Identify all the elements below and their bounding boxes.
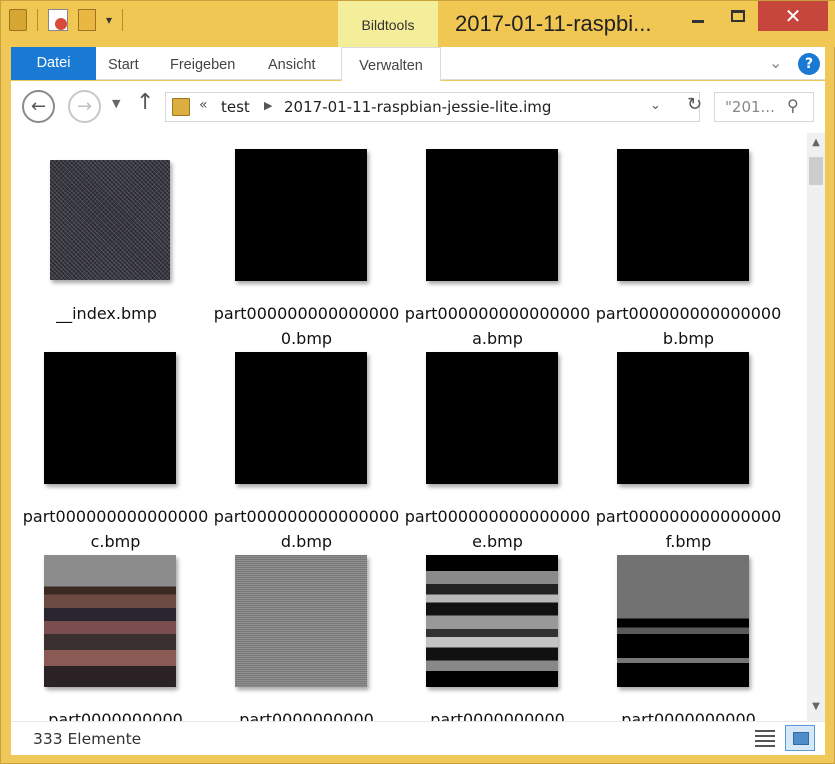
file-name: part0000000000000000.bmp	[213, 304, 400, 348]
contextual-tab-group: Bildtools	[338, 1, 438, 47]
breadcrumb-separator-icon[interactable]: ▶	[264, 99, 272, 112]
scrollbar-thumb[interactable]	[809, 157, 823, 185]
tab-verwalten[interactable]: Verwalten	[341, 47, 441, 81]
forward-button[interactable]: →	[68, 90, 101, 123]
file-name: part0000000000	[621, 710, 756, 721]
file-thumbnail	[235, 555, 367, 687]
quick-access-toolbar: ▾	[9, 9, 124, 31]
toolbar-divider	[122, 9, 124, 31]
file-item[interactable]: part0000000000	[402, 549, 593, 721]
file-thumbnail	[426, 352, 558, 484]
file-name: part000000000000000a.bmp	[404, 304, 591, 348]
file-name: part000000000000000f.bmp	[595, 507, 782, 551]
maximize-button[interactable]	[718, 1, 758, 31]
file-item[interactable]: part000000000000000a.bmp	[402, 143, 593, 348]
scroll-down-icon[interactable]: ▼	[807, 701, 825, 712]
recent-locations-icon[interactable]: ▼	[112, 97, 120, 110]
file-thumbnail	[44, 555, 176, 687]
folder-icon[interactable]	[9, 9, 27, 31]
folder-icon	[172, 98, 190, 116]
file-thumbnail	[617, 149, 749, 281]
breadcrumb-overflow[interactable]: «	[199, 97, 208, 113]
address-bar[interactable]: « test ▶ 2017-01-11-raspbian-jessie-lite…	[165, 92, 700, 122]
properties-icon[interactable]	[48, 9, 68, 31]
title-bar[interactable]: ▾ Bildtools 2017-01-11-raspbi... ✕	[1, 1, 835, 47]
tab-ansicht[interactable]: Ansicht	[268, 47, 316, 80]
window-title: 2017-01-11-raspbi...	[455, 11, 652, 36]
refresh-icon[interactable]: ↻	[687, 94, 702, 115]
file-item[interactable]: __index.bmp	[11, 143, 202, 343]
breadcrumb-item[interactable]: 2017-01-11-raspbian-jessie-lite.img	[284, 98, 551, 116]
scroll-up-icon[interactable]: ▲	[807, 137, 825, 148]
tab-freigeben[interactable]: Freigeben	[170, 47, 235, 80]
file-name: __index.bmp	[56, 304, 157, 323]
file-item[interactable]: part000000000000000d.bmp	[211, 346, 402, 551]
file-item[interactable]: part000000000000000f.bmp	[593, 346, 784, 551]
close-icon: ✕	[784, 4, 802, 28]
file-name: part000000000000000e.bmp	[404, 507, 591, 551]
file-item[interactable]: part0000000000000000.bmp	[211, 143, 402, 348]
details-view-icon[interactable]	[753, 727, 777, 749]
minimize-button[interactable]	[678, 1, 718, 31]
file-name: part0000000000	[430, 710, 565, 721]
file-thumbnail	[426, 555, 558, 687]
back-button[interactable]: ←	[22, 90, 55, 123]
up-button[interactable]: ↑	[136, 90, 154, 115]
file-item[interactable]: part0000000000	[20, 549, 211, 721]
vertical-scrollbar[interactable]: ▲ ▼	[807, 133, 825, 721]
breadcrumb-item[interactable]: test	[221, 98, 250, 116]
file-name: part0000000000	[48, 710, 183, 721]
help-icon[interactable]: ?	[798, 53, 820, 75]
file-name: part000000000000000b.bmp	[595, 304, 782, 348]
file-name: part000000000000000c.bmp	[22, 507, 209, 551]
file-thumbnail	[44, 352, 176, 484]
file-thumbnail	[617, 555, 749, 687]
search-placeholder: "201...	[725, 98, 775, 116]
tab-start[interactable]: Start	[108, 47, 139, 80]
file-name: part000000000000000d.bmp	[213, 507, 400, 551]
maximize-icon	[731, 10, 745, 22]
large-icons-view-icon[interactable]	[785, 725, 815, 751]
file-thumbnail	[235, 352, 367, 484]
address-dropdown-icon[interactable]: ⌄	[650, 98, 661, 113]
search-input[interactable]: "201... ⚲	[714, 92, 814, 122]
explorer-window: ▾ Bildtools 2017-01-11-raspbi... ✕ Datei…	[0, 0, 835, 764]
file-name: part0000000000	[239, 710, 374, 721]
customize-toolbar-icon[interactable]: ▾	[106, 13, 112, 27]
file-item[interactable]: part000000000000000b.bmp	[593, 143, 784, 348]
close-button[interactable]: ✕	[758, 1, 828, 31]
minimize-icon	[692, 19, 704, 23]
file-item[interactable]: part000000000000000c.bmp	[20, 346, 211, 551]
item-count: 333 Elemente	[33, 730, 142, 748]
file-thumbnail	[235, 149, 367, 281]
expand-ribbon-icon[interactable]: ⌄	[769, 53, 782, 72]
file-item[interactable]: part0000000000	[211, 549, 402, 721]
search-icon[interactable]: ⚲	[787, 96, 799, 115]
tab-datei[interactable]: Datei	[11, 47, 96, 80]
file-list[interactable]: __index.bmp part0000000000000000.bmp par…	[11, 133, 825, 721]
file-thumbnail	[50, 160, 170, 280]
file-item[interactable]: part000000000000000e.bmp	[402, 346, 593, 551]
file-thumbnail	[426, 149, 558, 281]
status-bar: 333 Elemente	[11, 721, 825, 755]
new-folder-icon[interactable]	[78, 9, 96, 31]
file-thumbnail	[617, 352, 749, 484]
file-item[interactable]: part0000000000	[593, 549, 784, 721]
navigation-bar: ← → ▼ ↑ « test ▶ 2017-01-11-raspbian-jes…	[11, 81, 825, 133]
toolbar-divider	[37, 9, 38, 31]
ribbon-tabs: Datei Start Freigeben Ansicht Verwalten …	[11, 47, 825, 81]
